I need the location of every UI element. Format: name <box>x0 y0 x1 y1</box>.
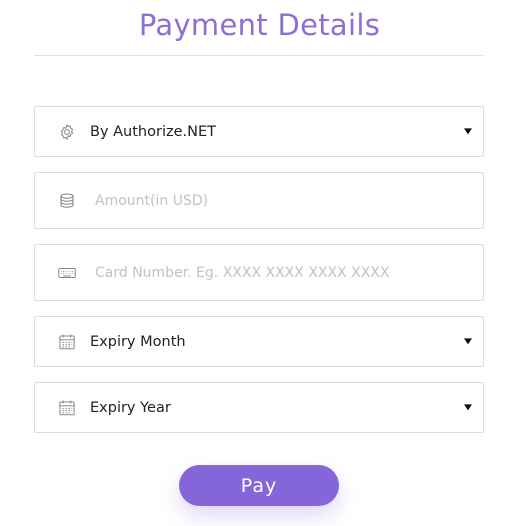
title-divider <box>34 55 484 56</box>
chevron-down-icon <box>464 337 472 344</box>
expiry-year-select[interactable]: Expiry Year <box>34 382 484 433</box>
keyboard-icon <box>58 264 76 282</box>
amount-input[interactable] <box>95 192 465 209</box>
expiry-month-value: Expiry Month <box>90 333 186 350</box>
calendar-icon <box>58 333 76 351</box>
coin-stack-icon <box>58 192 76 210</box>
gear-icon <box>58 123 76 141</box>
calendar-icon <box>58 399 76 417</box>
payment-page: Payment Details By Authorize.NET Amount(… <box>0 0 529 526</box>
chevron-down-icon <box>464 403 472 410</box>
page-title: Payment Details <box>138 8 381 42</box>
pay-button[interactable]: Pay <box>179 465 339 506</box>
expiry-month-select[interactable]: Expiry Month <box>34 316 484 367</box>
chevron-down-icon <box>464 127 472 134</box>
gateway-select[interactable]: By Authorize.NET <box>34 106 484 157</box>
card-number-field[interactable] <box>34 244 484 301</box>
gateway-select-value: By Authorize.NET <box>90 123 216 140</box>
card-number-input[interactable] <box>95 264 465 281</box>
expiry-year-value: Expiry Year <box>90 399 171 416</box>
amount-field[interactable] <box>34 172 484 229</box>
